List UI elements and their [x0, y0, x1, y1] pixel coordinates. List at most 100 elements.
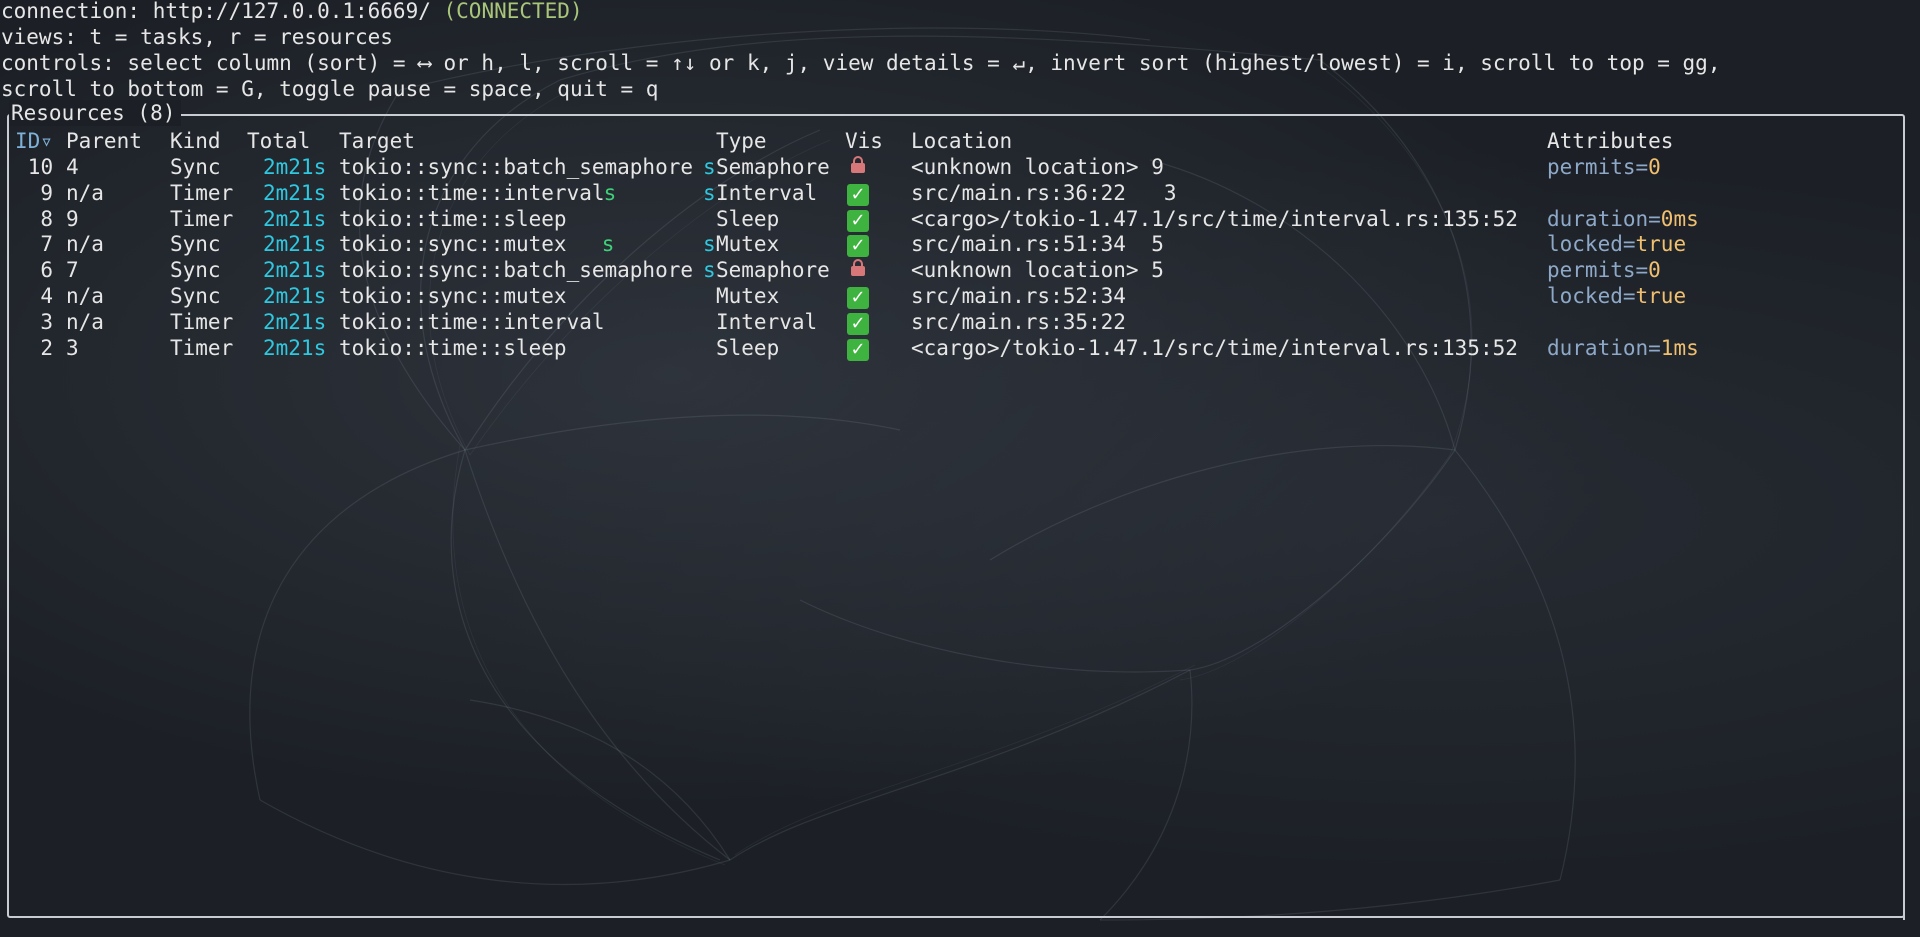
table-row[interactable]: 4 n/a Sync 2m21s tokio::sync::mutex Mutex ✓ src… [9, 283, 1899, 309]
attribute-value: true [1635, 232, 1687, 257]
cell-parent: 4 [66, 155, 79, 179]
cell-total: 2m21s [263, 206, 327, 231]
column-header-id[interactable]: ID▿ [15, 128, 53, 154]
table-row[interactable]: 6 7 Sync 2m21s tokio::sync::batch_semaphore s… [9, 257, 1899, 283]
attribute-key: locked= [1547, 284, 1636, 308]
cell-attributes: duration=0ms [1547, 206, 1699, 232]
check-mark-icon: ✓ [847, 231, 869, 258]
cell-target-end-marker: s [703, 258, 716, 283]
attribute-value: 0 [1648, 258, 1661, 283]
cell-location: <cargo>/tokio-1.47.1/src/time/interval.r… [911, 206, 1518, 231]
cell-parent: n/a [66, 180, 104, 205]
column-header-location[interactable]: Location [911, 128, 1012, 154]
cell-target-marker: s [603, 180, 617, 205]
cell-kind: Timer [170, 335, 234, 360]
cell-target-marker: s [601, 232, 615, 257]
cell-location: <unknown location> 5 [911, 258, 1164, 283]
cell-location: src/main.rs:36:22 3 [911, 180, 1177, 205]
table-header: ID▿ Parent Kind Total Target Type Vis Lo… [9, 128, 1899, 154]
cell-kind: Timer [170, 180, 234, 205]
cell-total: 2m21s [263, 258, 327, 283]
cell-id: 8 [40, 206, 54, 231]
scrollbar-track[interactable] [1903, 284, 1905, 920]
cell-target: tokio::time::sleep [339, 206, 567, 231]
cell-target-end-marker: s [703, 232, 716, 257]
attribute-key: permits= [1547, 155, 1649, 179]
cell-parent: n/a [66, 309, 104, 334]
cell-parent: n/a [66, 232, 104, 257]
cell-attributes: permits=0 [1547, 257, 1661, 283]
cell-attributes: locked=true [1547, 231, 1686, 257]
check-mark-icon: ✓ [847, 309, 869, 335]
cell-target-end-marker: s [703, 155, 716, 179]
attribute-key: permits= [1547, 258, 1649, 283]
check-mark-icon: ✓ [847, 180, 869, 206]
cell-attributes: duration=1ms [1547, 335, 1699, 361]
column-header-total[interactable]: Total [247, 128, 310, 154]
resources-panel: Resources (8) ID▿ Parent Kind Total Targ… [7, 100, 1905, 920]
column-header-parent[interactable]: Parent [66, 128, 142, 154]
cell-parent: n/a [66, 284, 104, 308]
cell-kind: Timer [170, 309, 234, 334]
cell-id: 4 [40, 284, 54, 308]
cell-total: 2m21s [263, 335, 327, 360]
cell-total: 2m21s [263, 309, 327, 334]
attribute-key: locked= [1547, 232, 1636, 257]
controls-line-2: scroll to bottom = G, toggle pause = spa… [1, 77, 659, 101]
lock-icon [847, 154, 865, 180]
cell-id: 10 [27, 155, 54, 179]
cell-location: src/main.rs:51:34 5 [911, 232, 1164, 257]
cell-id: 2 [40, 335, 54, 360]
column-header-vis[interactable]: Vis [845, 128, 883, 154]
attribute-key: duration= [1547, 206, 1661, 231]
table-row[interactable]: 2 3 Timer 2m21s tokio::time::sleep Sleep ✓ <car… [9, 335, 1899, 361]
column-header-attributes[interactable]: Attributes [1547, 128, 1673, 154]
cell-kind: Sync [170, 155, 221, 179]
attribute-value: 0 [1648, 155, 1661, 179]
cell-parent: 9 [66, 206, 79, 231]
table-row[interactable]: 8 9 Timer 2m21s tokio::time::sleep Sleep ✓ <car… [9, 206, 1899, 232]
attribute-value: 1ms [1660, 335, 1699, 360]
cell-id: 7 [40, 232, 54, 257]
cell-kind: Sync [170, 284, 221, 308]
table-row[interactable]: 7 n/a Sync 2m21s tokio::sync::mutex s s Mutex ✓ s… [9, 231, 1899, 258]
check-mark-icon: ✓ [847, 206, 869, 232]
lock-icon [847, 257, 865, 283]
connection-status: (CONNECTED) [443, 0, 583, 23]
cell-kind: Sync [170, 232, 221, 257]
controls-line-1: controls: select column (sort) = ⟷ or h,… [1, 51, 1721, 75]
cell-location: <unknown location> 9 [911, 155, 1164, 179]
cell-id: 3 [40, 309, 54, 334]
cell-target: tokio::time::sleep [339, 335, 567, 360]
cell-type: Semaphore [716, 258, 830, 283]
cell-target: tokio::sync::batch_semaphore [339, 258, 694, 283]
column-header-type[interactable]: Type [716, 128, 767, 154]
attribute-key: duration= [1547, 335, 1661, 360]
cell-location: src/main.rs:52:34 [911, 284, 1126, 308]
column-header-kind[interactable]: Kind [170, 128, 221, 154]
cell-target: tokio::sync::mutex [339, 232, 567, 257]
cell-target: tokio::sync::batch_semaphore [339, 155, 694, 179]
column-header-target[interactable]: Target [339, 128, 415, 154]
cell-type: Interval [716, 180, 818, 205]
table-row[interactable]: 9 n/a Timer 2m21s tokio::time::interval s s Int… [9, 180, 1899, 206]
cell-kind: Timer [170, 206, 234, 231]
cell-total: 2m21s [263, 232, 327, 257]
cell-type: Sleep [716, 206, 780, 231]
cell-location: <cargo>/tokio-1.47.1/src/time/interval.r… [911, 335, 1518, 360]
cell-target: tokio::sync::mutex [339, 284, 567, 308]
table-row[interactable]: 3 n/a Timer 2m21s tokio::time::interval Inter… [9, 309, 1899, 335]
cell-type: Mutex [716, 232, 780, 257]
scrollbar-thumb[interactable] [1903, 206, 1905, 254]
connection-line: connection: http://127.0.0.1:6669/ (CONN… [1, 0, 583, 24]
cell-total: 2m21s [263, 180, 327, 205]
table-row[interactable]: 10 4 Sync 2m21s tokio::sync::batch_semaphore… [9, 154, 1899, 180]
cell-total: 2m21s [263, 284, 327, 308]
attribute-value: 0ms [1660, 206, 1699, 231]
cell-target-end-marker: s [703, 180, 716, 205]
check-mark-icon: ✓ [847, 335, 869, 361]
cell-target: tokio::time::interval [339, 309, 605, 334]
attribute-value: true [1635, 284, 1687, 308]
cell-target: tokio::time::interval [339, 180, 605, 205]
cell-attributes: permits=0 [1547, 154, 1661, 180]
